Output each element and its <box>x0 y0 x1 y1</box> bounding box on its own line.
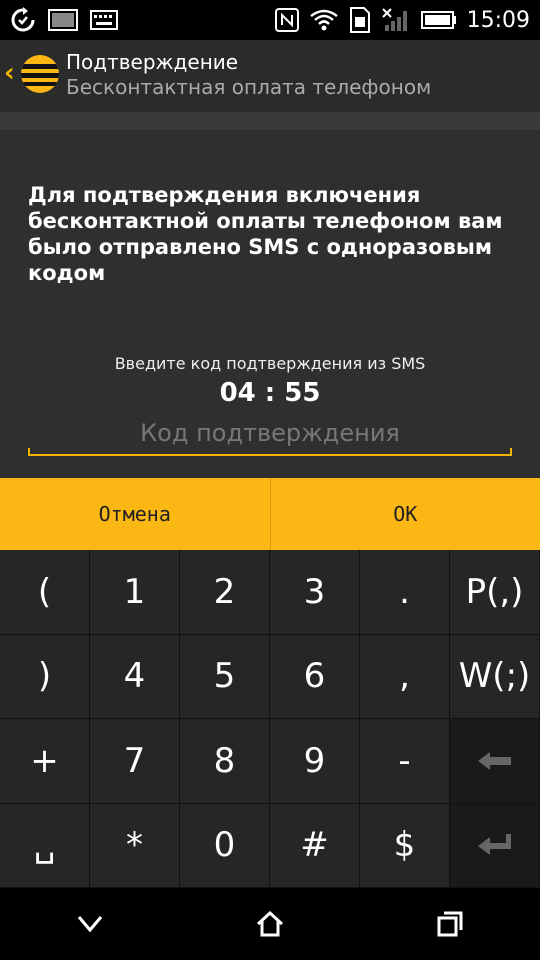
navigation-bar <box>0 888 540 960</box>
key-5[interactable]: 5 <box>180 634 270 719</box>
key-minus[interactable]: - <box>360 719 450 804</box>
key-1[interactable]: 1 <box>90 550 180 635</box>
recent-apps-icon <box>437 911 463 937</box>
enter-arrow-icon <box>477 834 511 856</box>
key-8[interactable]: 8 <box>180 719 270 804</box>
nfc-icon <box>274 8 299 32</box>
enter-key[interactable] <box>450 803 540 888</box>
input-underline-corner <box>510 448 512 456</box>
dialog-buttons: Отмена OK <box>0 478 540 550</box>
key-3[interactable]: 3 <box>270 550 360 635</box>
key-close-paren[interactable]: ) <box>0 634 90 719</box>
chevron-down-icon <box>77 916 103 933</box>
cancel-button[interactable]: Отмена <box>0 478 271 550</box>
key-2[interactable]: 2 <box>180 550 270 635</box>
key-7[interactable]: 7 <box>90 719 180 804</box>
page-subtitle: Бесконтактная оплата телефоном <box>66 75 432 99</box>
home-icon <box>256 911 284 937</box>
key-space[interactable]: ␣ <box>0 803 90 888</box>
countdown-timer: 04 : 55 <box>219 378 321 408</box>
dialog-prompt: Введите код подтверждения из SMS <box>114 354 426 373</box>
home-button[interactable] <box>240 894 300 954</box>
wifi-icon <box>309 8 339 32</box>
key-dollar[interactable]: $ <box>360 803 450 888</box>
no-signal-icon <box>381 7 411 33</box>
key-0[interactable]: 0 <box>180 803 270 888</box>
battery-icon <box>420 10 457 30</box>
beeline-logo[interactable] <box>20 54 60 94</box>
key-4[interactable]: 4 <box>90 634 180 719</box>
backspace-key[interactable] <box>450 719 540 804</box>
sync-icon <box>10 7 36 33</box>
sim-icon <box>349 7 371 33</box>
ok-button[interactable]: OK <box>271 478 540 550</box>
key-period[interactable]: . <box>360 550 450 635</box>
keyboard-icon <box>90 10 118 30</box>
back-chevron-icon[interactable]: ‹ <box>4 58 15 88</box>
confirmation-dialog: Для подтверждения включения бесконтактно… <box>0 130 540 550</box>
dialog-message: Для подтверждения включения бесконтактно… <box>28 183 503 285</box>
key-9[interactable]: 9 <box>270 719 360 804</box>
key-pause[interactable]: P(,) <box>450 550 540 635</box>
status-time: 15:09 <box>466 7 530 33</box>
page-title: Подтверждение <box>66 50 239 74</box>
key-wait[interactable]: W(;) <box>450 634 540 719</box>
recent-apps-button[interactable] <box>420 894 480 954</box>
app-header: ‹ Подтверждение Бесконтактная оплата тел… <box>0 40 540 112</box>
key-open-paren[interactable]: ( <box>0 550 90 635</box>
confirmation-code-input[interactable] <box>28 412 512 456</box>
backspace-arrow-icon <box>477 751 511 770</box>
key-comma[interactable]: , <box>360 634 450 719</box>
key-asterisk[interactable]: * <box>90 803 180 888</box>
status-bar: 15:09 <box>0 0 540 40</box>
numeric-keypad: ( 1 2 3 . P(,) ) 4 5 6 , W(;) + 7 8 9 - … <box>0 550 540 888</box>
key-plus[interactable]: + <box>0 719 90 804</box>
key-6[interactable]: 6 <box>270 634 360 719</box>
back-button[interactable] <box>60 894 120 954</box>
screenshot-icon <box>48 9 78 31</box>
key-hash[interactable]: # <box>270 803 360 888</box>
input-underline-corner <box>28 448 30 456</box>
